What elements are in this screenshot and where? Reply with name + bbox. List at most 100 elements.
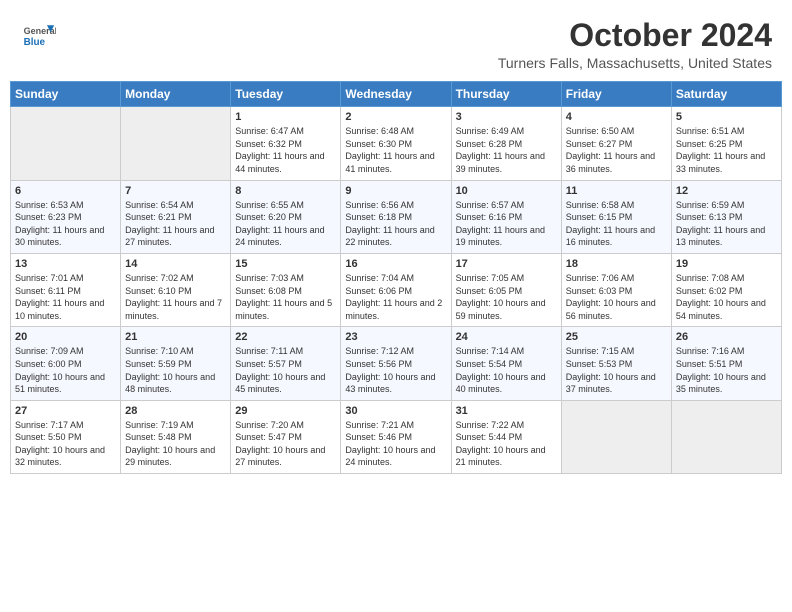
day-number: 10 (456, 185, 557, 197)
calendar-cell: 5 Sunrise: 6:51 AM Sunset: 6:25 PM Daylig… (671, 107, 781, 180)
calendar-week-row: 13 Sunrise: 7:01 AM Sunset: 6:11 PM Dayli… (11, 253, 782, 326)
day-number: 17 (456, 258, 557, 270)
day-number: 5 (676, 111, 777, 123)
calendar-cell: 8Sunrise: 6:55 AM Sunset: 6:20 PM Daylig… (231, 180, 341, 253)
day-number: 29 (235, 405, 336, 417)
day-number: 1 (235, 111, 336, 123)
day-info: Sunrise: 6:47 AM Sunset: 6:32 PM Dayligh… (235, 125, 336, 175)
day-info: Sunrise: 7:03 AM Sunset: 6:08 PM Dayligh… (235, 272, 336, 322)
month-title: October 2024 (498, 18, 772, 53)
day-info: Sunrise: 6:51 AM Sunset: 6:25 PM Dayligh… (676, 125, 777, 175)
day-info: Sunrise: 6:56 AM Sunset: 6:18 PM Dayligh… (345, 199, 446, 249)
calendar-cell: 11 Sunrise: 6:58 AM Sunset: 6:15 PM Dayli… (561, 180, 671, 253)
calendar-cell: 3 Sunrise: 6:49 AM Sunset: 6:28 PM Daylig… (451, 107, 561, 180)
day-number: 30 (345, 405, 446, 417)
day-number: 19 (676, 258, 777, 270)
day-info: Sunrise: 7:06 AM Sunset: 6:03 PM Dayligh… (566, 272, 667, 322)
calendar-cell: 2 Sunrise: 6:48 AM Sunset: 6:30 PM Daylig… (341, 107, 451, 180)
calendar-cell: 9Sunrise: 6:56 AM Sunset: 6:18 PM Daylig… (341, 180, 451, 253)
day-info: Sunrise: 7:19 AM Sunset: 5:48 PM Dayligh… (125, 419, 226, 469)
calendar-cell: 23 Sunrise: 7:12 AM Sunset: 5:56 PM Dayli… (341, 327, 451, 400)
calendar-week-row: 1 Sunrise: 6:47 AM Sunset: 6:32 PM Daylig… (11, 107, 782, 180)
day-number: 23 (345, 331, 446, 343)
day-info: Sunrise: 7:20 AM Sunset: 5:47 PM Dayligh… (235, 419, 336, 469)
calendar-cell: 1 Sunrise: 6:47 AM Sunset: 6:32 PM Daylig… (231, 107, 341, 180)
day-number: 3 (456, 111, 557, 123)
day-info: Sunrise: 7:11 AM Sunset: 5:57 PM Dayligh… (235, 345, 336, 395)
calendar-cell: 20 Sunrise: 7:09 AM Sunset: 6:00 PM Dayli… (11, 327, 121, 400)
title-block: October 2024 Turners Falls, Massachusett… (498, 18, 772, 71)
calendar-day-header: Wednesday (341, 82, 451, 107)
day-number: 28 (125, 405, 226, 417)
day-number: 16 (345, 258, 446, 270)
calendar-cell: 21 Sunrise: 7:10 AM Sunset: 5:59 PM Dayli… (121, 327, 231, 400)
calendar-cell: 24Sunrise: 7:14 AM Sunset: 5:54 PM Dayli… (451, 327, 561, 400)
calendar-cell: 7Sunrise: 6:54 AM Sunset: 6:21 PM Daylig… (121, 180, 231, 253)
day-number: 2 (345, 111, 446, 123)
calendar-cell: 15 Sunrise: 7:03 AM Sunset: 6:08 PM Dayli… (231, 253, 341, 326)
day-info: Sunrise: 7:05 AM Sunset: 6:05 PM Dayligh… (456, 272, 557, 322)
day-info: Sunrise: 7:17 AM Sunset: 5:50 PM Dayligh… (15, 419, 116, 469)
calendar-cell (121, 107, 231, 180)
logo-icon: General Blue (20, 18, 56, 54)
calendar-day-header: Sunday (11, 82, 121, 107)
day-info: Sunrise: 7:12 AM Sunset: 5:56 PM Dayligh… (345, 345, 446, 395)
day-number: 7 (125, 185, 226, 197)
calendar-cell: 28 Sunrise: 7:19 AM Sunset: 5:48 PM Dayli… (121, 400, 231, 473)
day-info: Sunrise: 6:50 AM Sunset: 6:27 PM Dayligh… (566, 125, 667, 175)
day-number: 31 (456, 405, 557, 417)
day-number: 24 (456, 331, 557, 343)
day-number: 27 (15, 405, 116, 417)
day-number: 21 (125, 331, 226, 343)
calendar-day-header: Thursday (451, 82, 561, 107)
day-number: 15 (235, 258, 336, 270)
calendar-cell: 19 Sunrise: 7:08 AM Sunset: 6:02 PM Dayli… (671, 253, 781, 326)
day-info: Sunrise: 6:53 AM Sunset: 6:23 PM Dayligh… (15, 199, 116, 249)
day-number: 25 (566, 331, 667, 343)
calendar-cell (671, 400, 781, 473)
calendar-cell: 27 Sunrise: 7:17 AM Sunset: 5:50 PM Dayli… (11, 400, 121, 473)
calendar-cell: 14 Sunrise: 7:02 AM Sunset: 6:10 PM Dayli… (121, 253, 231, 326)
calendar-cell (561, 400, 671, 473)
calendar-cell: 10 Sunrise: 6:57 AM Sunset: 6:16 PM Dayli… (451, 180, 561, 253)
svg-text:Blue: Blue (24, 37, 46, 48)
day-info: Sunrise: 7:16 AM Sunset: 5:51 PM Dayligh… (676, 345, 777, 395)
calendar-cell: 17 Sunrise: 7:05 AM Sunset: 6:05 PM Dayli… (451, 253, 561, 326)
day-info: Sunrise: 7:02 AM Sunset: 6:10 PM Dayligh… (125, 272, 226, 322)
calendar-cell: 6 Sunrise: 6:53 AM Sunset: 6:23 PM Daylig… (11, 180, 121, 253)
calendar-week-row: 20 Sunrise: 7:09 AM Sunset: 6:00 PM Dayli… (11, 327, 782, 400)
calendar-cell: 25Sunrise: 7:15 AM Sunset: 5:53 PM Dayli… (561, 327, 671, 400)
day-number: 6 (15, 185, 116, 197)
day-number: 22 (235, 331, 336, 343)
calendar-cell (11, 107, 121, 180)
day-info: Sunrise: 6:58 AM Sunset: 6:15 PM Dayligh… (566, 199, 667, 249)
calendar-day-header: Saturday (671, 82, 781, 107)
day-info: Sunrise: 7:09 AM Sunset: 6:00 PM Dayligh… (15, 345, 116, 395)
calendar-cell: 22 Sunrise: 7:11 AM Sunset: 5:57 PM Dayli… (231, 327, 341, 400)
day-number: 11 (566, 185, 667, 197)
day-info: Sunrise: 7:08 AM Sunset: 6:02 PM Dayligh… (676, 272, 777, 322)
day-number: 14 (125, 258, 226, 270)
calendar-cell: 29 Sunrise: 7:20 AM Sunset: 5:47 PM Dayli… (231, 400, 341, 473)
calendar-week-row: 27 Sunrise: 7:17 AM Sunset: 5:50 PM Dayli… (11, 400, 782, 473)
location: Turners Falls, Massachusetts, United Sta… (498, 55, 772, 71)
calendar-day-header: Tuesday (231, 82, 341, 107)
day-number: 8 (235, 185, 336, 197)
calendar-day-header: Friday (561, 82, 671, 107)
day-info: Sunrise: 6:49 AM Sunset: 6:28 PM Dayligh… (456, 125, 557, 175)
calendar-cell: 30 Sunrise: 7:21 AM Sunset: 5:46 PM Dayli… (341, 400, 451, 473)
page-header: General Blue October 2024 Turners Falls,… (10, 10, 782, 75)
day-info: Sunrise: 7:01 AM Sunset: 6:11 PM Dayligh… (15, 272, 116, 322)
calendar-cell: 18Sunrise: 7:06 AM Sunset: 6:03 PM Dayli… (561, 253, 671, 326)
day-info: Sunrise: 6:48 AM Sunset: 6:30 PM Dayligh… (345, 125, 446, 175)
day-number: 13 (15, 258, 116, 270)
day-number: 20 (15, 331, 116, 343)
day-info: Sunrise: 7:10 AM Sunset: 5:59 PM Dayligh… (125, 345, 226, 395)
logo: General Blue (20, 18, 56, 54)
calendar-table: SundayMondayTuesdayWednesdayThursdayFrid… (10, 81, 782, 474)
day-info: Sunrise: 6:57 AM Sunset: 6:16 PM Dayligh… (456, 199, 557, 249)
calendar-cell: 12Sunrise: 6:59 AM Sunset: 6:13 PM Dayli… (671, 180, 781, 253)
day-number: 4 (566, 111, 667, 123)
day-info: Sunrise: 7:21 AM Sunset: 5:46 PM Dayligh… (345, 419, 446, 469)
day-number: 12 (676, 185, 777, 197)
